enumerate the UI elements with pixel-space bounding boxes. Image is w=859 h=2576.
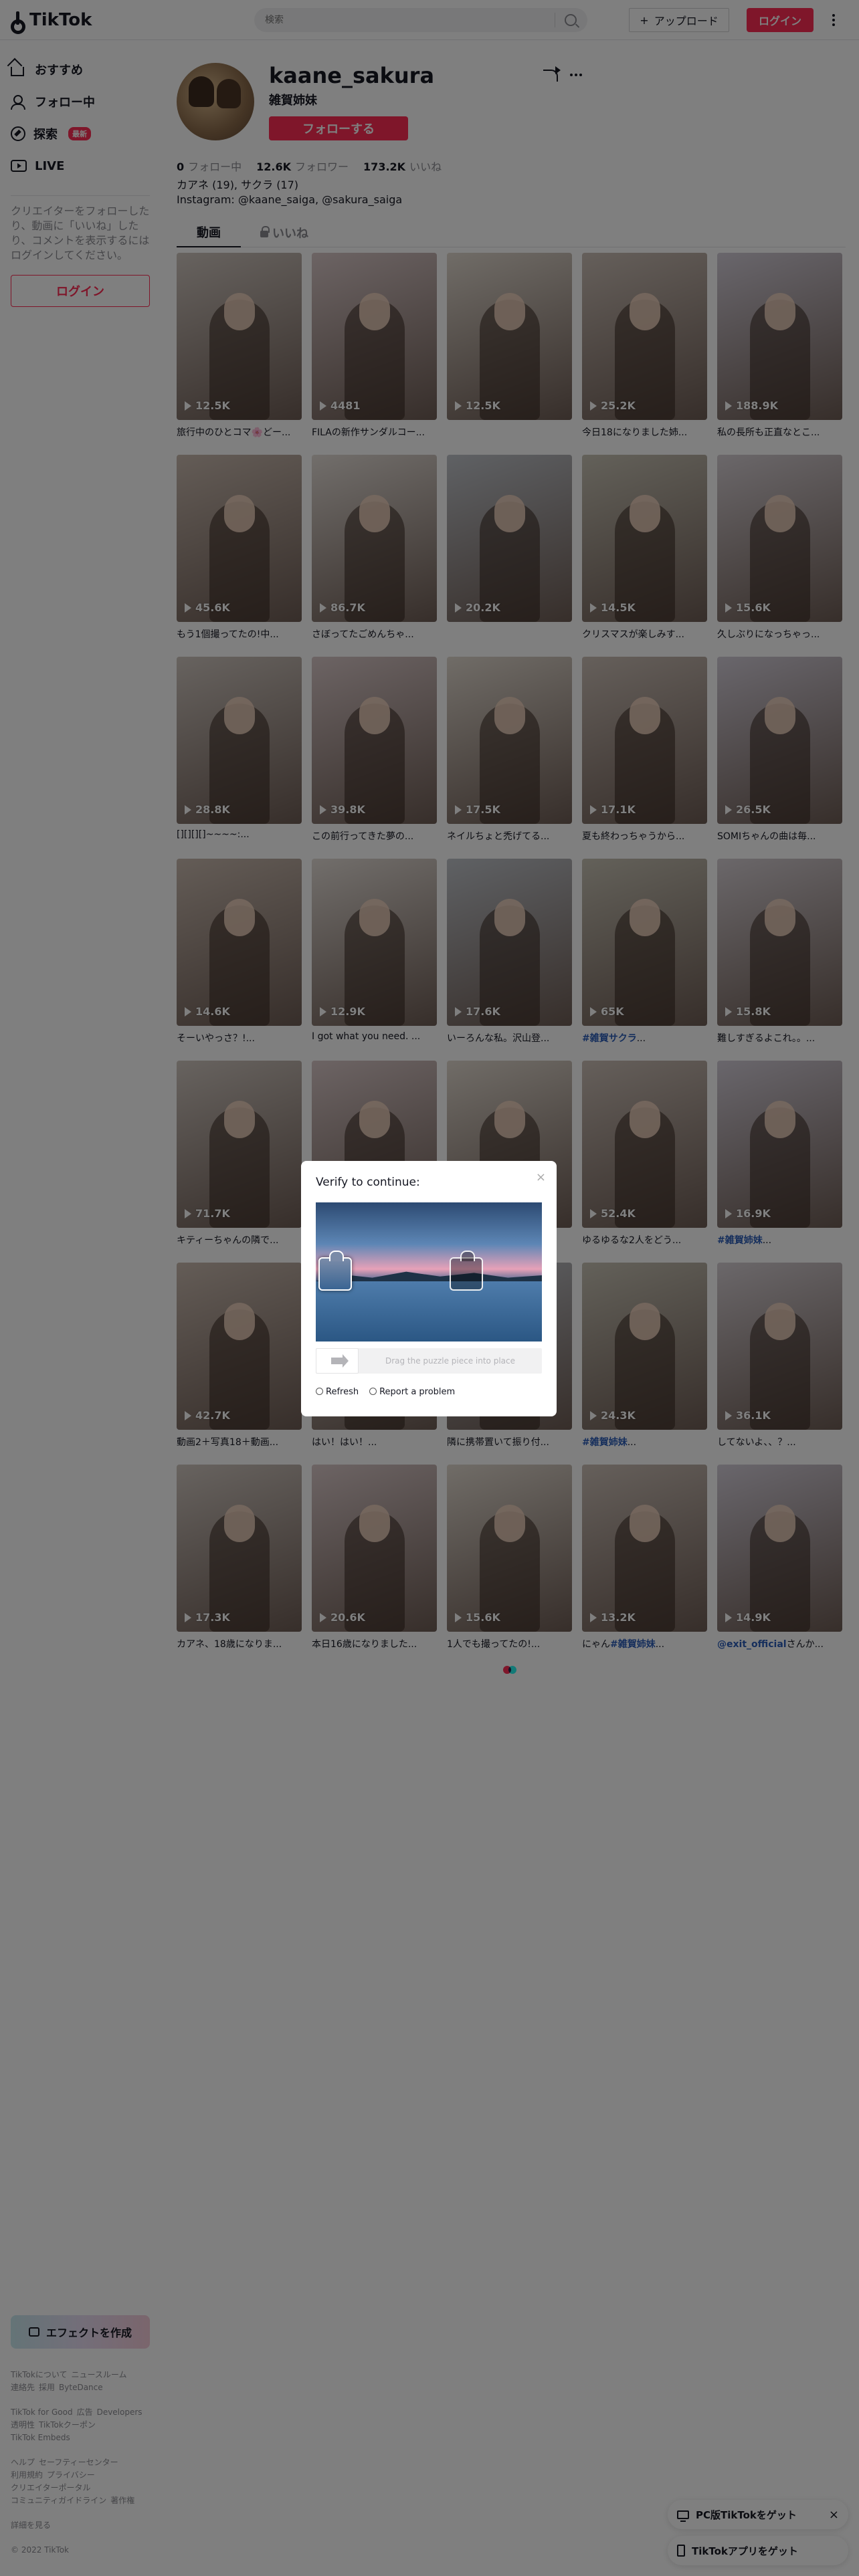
report-problem-button[interactable]: Report a problem	[369, 1387, 455, 1397]
puzzle-target-slot	[450, 1251, 483, 1291]
refresh-button[interactable]: Refresh	[316, 1387, 359, 1397]
refresh-icon	[316, 1388, 323, 1395]
refresh-label: Refresh	[326, 1387, 359, 1397]
info-icon	[369, 1388, 377, 1395]
captcha-actions: Refresh Report a problem	[316, 1387, 542, 1397]
captcha-modal: × Verify to continue: Drag the puzzle pi…	[301, 1161, 557, 1416]
slider-hint: Drag the puzzle piece into place	[385, 1356, 516, 1366]
puzzle-piece[interactable]	[318, 1251, 352, 1291]
slider-handle[interactable]	[316, 1348, 359, 1374]
captcha-puzzle-image	[316, 1202, 542, 1341]
arrow-right-icon	[331, 1354, 349, 1368]
puzzle-background-water	[316, 1281, 542, 1341]
captcha-title: Verify to continue:	[316, 1176, 420, 1189]
close-icon[interactable]: ×	[536, 1170, 546, 1184]
report-label: Report a problem	[379, 1387, 456, 1397]
captcha-slider-track[interactable]: Drag the puzzle piece into place	[316, 1348, 542, 1374]
